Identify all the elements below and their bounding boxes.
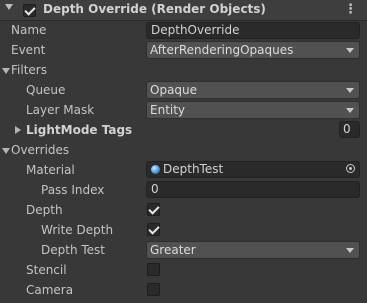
overrides-foldout-icon[interactable] (2, 148, 10, 154)
name-label: Name (11, 23, 47, 37)
feature-title: Depth Override (Render Objects) (43, 2, 266, 16)
checkmark-icon (148, 203, 160, 215)
event-label: Event (11, 43, 46, 57)
queue-label: Queue (26, 83, 66, 97)
feature-enabled-checkbox[interactable] (23, 4, 36, 17)
filters-foldout-icon[interactable] (2, 68, 10, 74)
layer-mask-dropdown[interactable]: Entity (146, 101, 360, 119)
checkmark-icon (148, 223, 160, 235)
more-options-icon[interactable]: ⋮ (344, 2, 357, 17)
write-depth-checkbox[interactable] (147, 223, 160, 236)
camera-label: Camera (26, 283, 74, 297)
lightmode-tags-label[interactable]: LightMode Tags (26, 123, 132, 137)
layer-mask-dropdown-value: Entity (150, 103, 186, 117)
lightmode-tags-size-input[interactable]: 0 (339, 121, 360, 138)
dropdown-arrow-icon (346, 88, 354, 93)
depth-test-label: Depth Test (41, 243, 105, 257)
renderer-feature-header[interactable]: Depth Override (Render Objects) ⋮ (0, 0, 367, 21)
lightmode-tags-foldout-icon[interactable] (15, 126, 21, 134)
name-input[interactable]: DepthOverride (146, 22, 360, 39)
dropdown-arrow-icon (346, 108, 354, 113)
depth-test-dropdown-value: Greater (150, 243, 196, 257)
camera-checkbox[interactable] (147, 283, 160, 296)
stencil-checkbox[interactable] (147, 263, 160, 276)
foldout-chevron-down-icon[interactable] (5, 4, 13, 10)
overrides-section-label[interactable]: Overrides (11, 143, 69, 157)
dropdown-arrow-icon (346, 248, 354, 253)
pass-index-label: Pass Index (41, 183, 105, 197)
object-picker-icon[interactable] (346, 164, 355, 173)
material-sphere-icon (151, 165, 160, 174)
depth-checkbox[interactable] (147, 203, 160, 216)
checkmark-icon (24, 4, 36, 16)
material-object-field[interactable]: DepthTest (146, 161, 360, 178)
event-dropdown-value: AfterRenderingOpaques (150, 43, 294, 57)
write-depth-label: Write Depth (41, 223, 114, 237)
pass-index-input[interactable]: 0 (146, 181, 360, 198)
filters-section-label[interactable]: Filters (11, 63, 47, 77)
material-label: Material (26, 163, 75, 177)
depth-test-dropdown[interactable]: Greater (146, 241, 360, 259)
material-value: DepthTest (163, 162, 224, 176)
event-dropdown[interactable]: AfterRenderingOpaques (146, 41, 360, 59)
dropdown-arrow-icon (346, 48, 354, 53)
queue-dropdown[interactable]: Opaque (146, 81, 360, 99)
stencil-label: Stencil (26, 263, 67, 277)
depth-label: Depth (26, 203, 63, 217)
layer-mask-label: Layer Mask (26, 103, 95, 117)
queue-dropdown-value: Opaque (150, 83, 198, 97)
